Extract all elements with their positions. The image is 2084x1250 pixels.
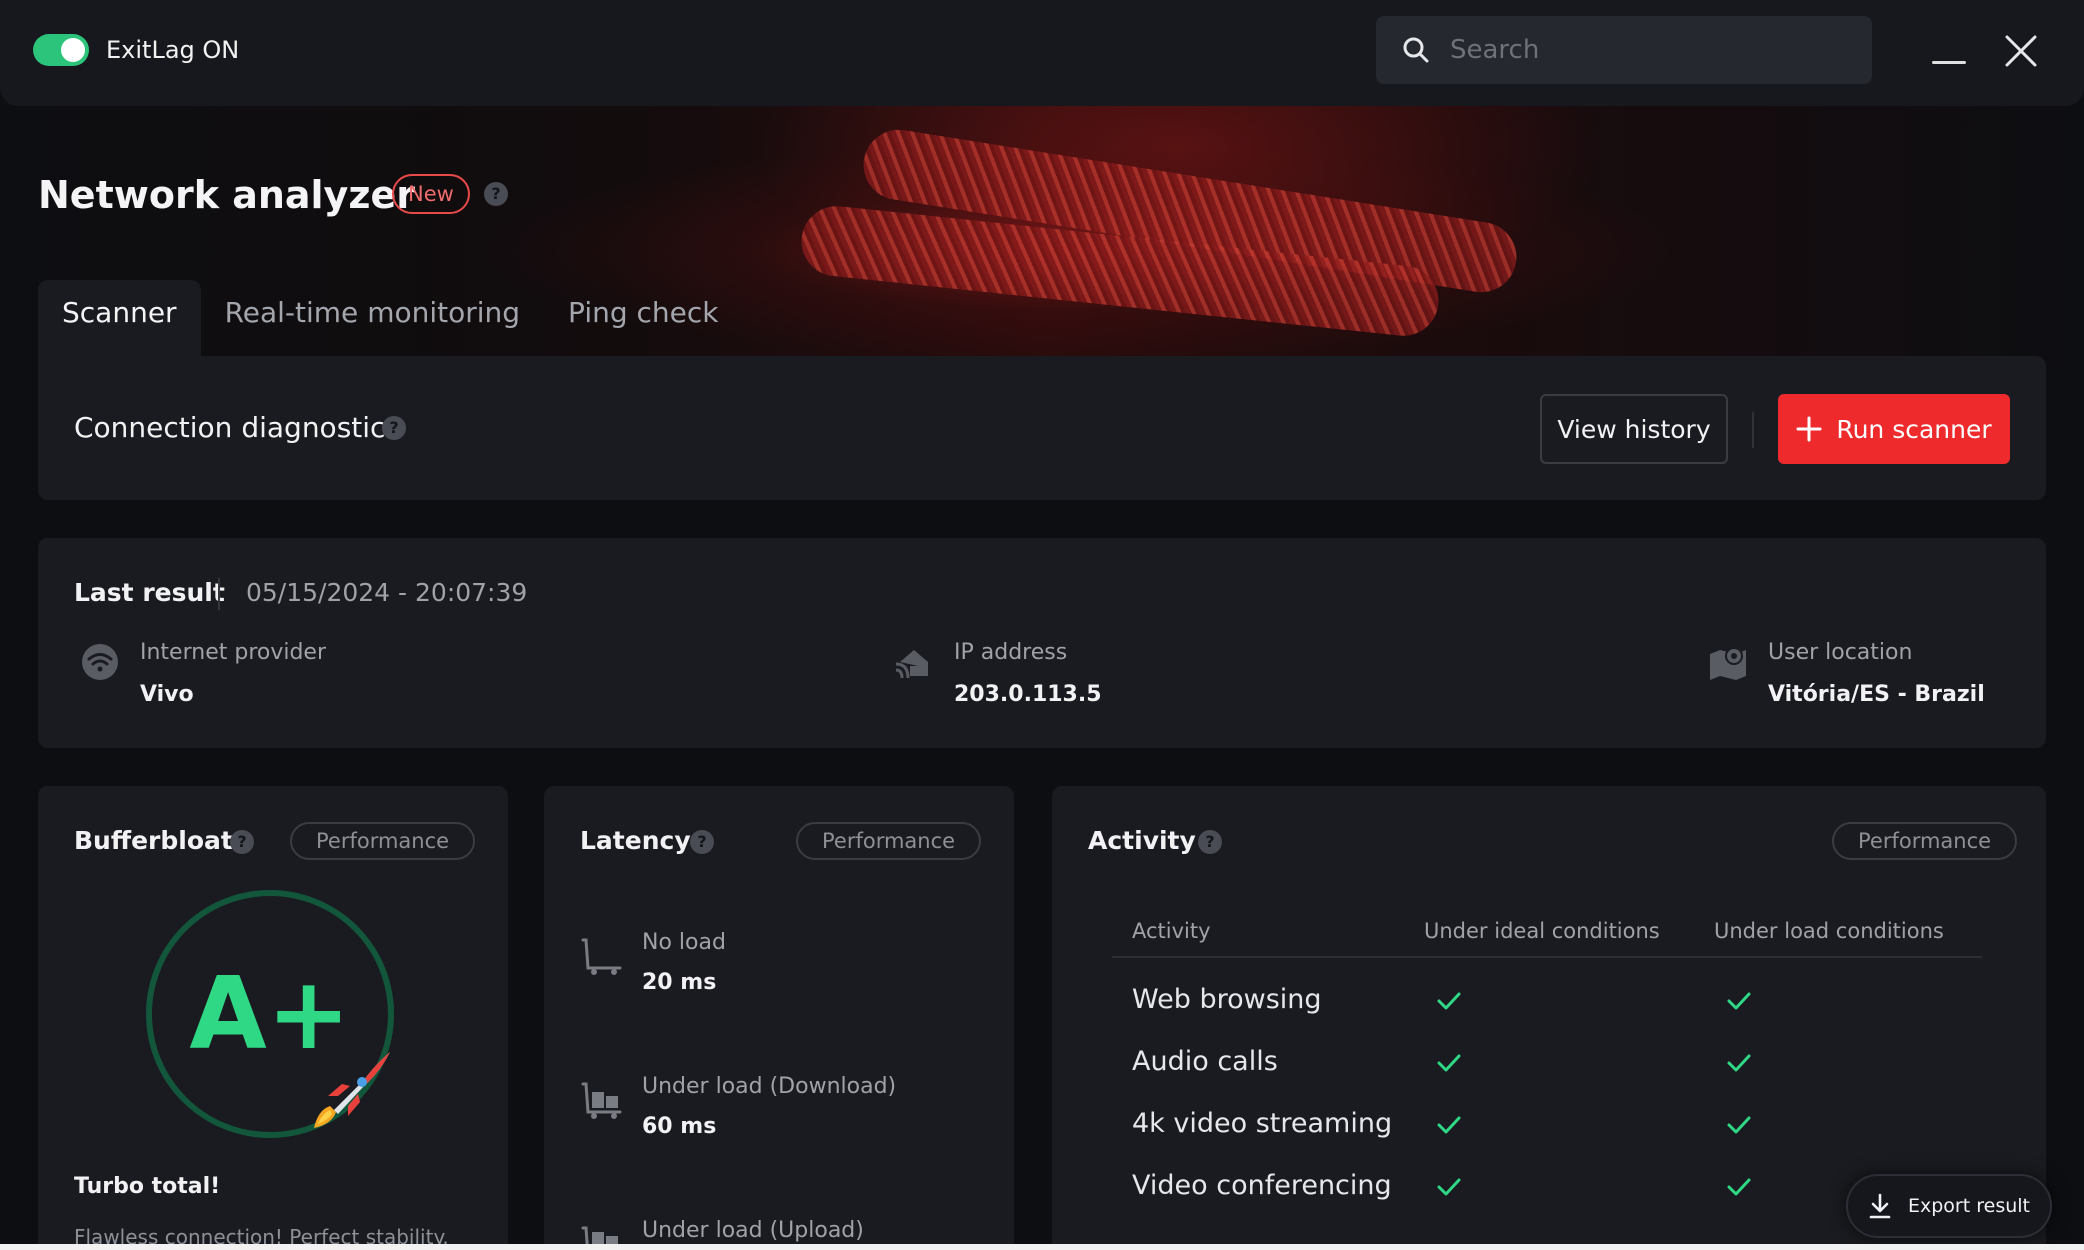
bufferbloat-title: Bufferbloat [74, 826, 233, 855]
activity-table-header: Activity Under ideal conditions Under lo… [1112, 916, 1982, 958]
performance-pill: Performance [796, 822, 982, 860]
bufferbloat-headline: Turbo total! [74, 1174, 221, 1199]
tab-bar: Scanner Real-time monitoring Ping check [38, 280, 743, 358]
download-icon [1869, 1193, 1891, 1219]
search-bar[interactable] [1376, 16, 1872, 84]
last-result-card: Last result 05/15/2024 - 20:07:39 Intern… [38, 538, 2046, 748]
wifi-icon [82, 644, 118, 680]
home-signal-icon [895, 650, 928, 679]
latency-label: Under load (Upload) [642, 1218, 864, 1243]
new-badge: New [392, 174, 470, 214]
column-header: Under load conditions [1714, 919, 1944, 943]
latency-card: Latency ? Performance No load 20 ms Unde… [544, 786, 1014, 1244]
plus-icon [1796, 416, 1822, 442]
close-icon[interactable] [2004, 34, 2038, 68]
divider [218, 578, 220, 610]
table-row: Audio calls [1112, 1034, 1982, 1096]
page-title: Network analyzer [38, 173, 415, 217]
tab-ping-check[interactable]: Ping check [544, 280, 742, 358]
latency-title: Latency [580, 826, 691, 855]
export-result-label: Export result [1908, 1195, 2030, 1217]
search-input[interactable] [1450, 35, 1850, 65]
diagnostic-title: Connection diagnostic [74, 411, 386, 444]
help-icon[interactable]: ? [230, 830, 254, 854]
activity-name: Web browsing [1132, 984, 1322, 1015]
latency-value: 20 ms [642, 970, 717, 995]
exitlag-toggle[interactable] [33, 34, 89, 66]
column-header: Under ideal conditions [1424, 919, 1660, 943]
export-result-button[interactable]: Export result [1846, 1174, 2052, 1238]
window-bottom-edge [0, 1244, 2084, 1250]
cart-loaded-icon [581, 1082, 622, 1119]
tab-real-time-monitoring[interactable]: Real-time monitoring [201, 280, 544, 358]
table-row: Web browsing [1112, 972, 1982, 1034]
latency-label: Under load (Download) [642, 1074, 897, 1099]
check-icon [1727, 1178, 1751, 1196]
check-icon [1437, 1178, 1461, 1196]
check-icon [1727, 992, 1751, 1010]
check-icon [1727, 1116, 1751, 1134]
ip-label: IP address [954, 640, 1068, 665]
cart-loaded-icon [581, 1226, 618, 1244]
latency-value: 60 ms [642, 1114, 717, 1139]
connection-diagnostic-card: Connection diagnostic ? View history Run… [38, 356, 2046, 500]
column-header: Activity [1132, 919, 1211, 943]
last-result-label: Last result [74, 578, 225, 607]
activity-name: Audio calls [1132, 1046, 1278, 1077]
help-icon[interactable]: ? [1198, 830, 1222, 854]
provider-label: Internet provider [140, 640, 327, 665]
app-status-label: ExitLag ON [106, 36, 240, 64]
performance-pill: Performance [290, 822, 476, 860]
tab-scanner[interactable]: Scanner [38, 280, 201, 358]
table-row: 4k video streaming [1112, 1096, 1982, 1158]
divider [1752, 412, 1754, 448]
help-icon[interactable]: ? [690, 830, 714, 854]
activity-name: 4k video streaming [1132, 1108, 1393, 1139]
rocket-icon [314, 1052, 390, 1128]
top-bar: ExitLag ON [0, 0, 2084, 106]
help-icon[interactable]: ? [382, 416, 406, 440]
app-window: ExitLag ON Network analyzer New ? Scanne… [0, 0, 2084, 1244]
check-icon [1437, 1054, 1461, 1072]
last-result-date: 05/15/2024 - 20:07:39 [246, 578, 528, 607]
search-icon [1403, 37, 1429, 63]
toggle-knob [61, 38, 85, 62]
activity-title: Activity [1088, 826, 1196, 855]
check-icon [1437, 992, 1461, 1010]
location-label: User location [1768, 640, 1913, 665]
help-icon[interactable]: ? [484, 182, 508, 206]
run-scanner-label: Run scanner [1836, 414, 1992, 444]
performance-pill: Performance [1832, 822, 2018, 860]
location-value: Vitória/ES - Brazil [1768, 682, 1985, 707]
map-pin-icon [1710, 647, 1746, 680]
ip-value: 203.0.113.5 [954, 682, 1102, 707]
bufferbloat-description: Flawless connection! Perfect stability. [74, 1225, 449, 1244]
run-scanner-button[interactable]: Run scanner [1778, 394, 2010, 464]
view-history-button[interactable]: View history [1540, 394, 1728, 464]
minimize-icon[interactable] [1932, 40, 1966, 64]
activity-name: Video conferencing [1132, 1170, 1392, 1201]
bufferbloat-card: Bufferbloat ? Performance A+ Turbo total… [38, 786, 508, 1244]
check-icon [1727, 1054, 1751, 1072]
check-icon [1437, 1116, 1461, 1134]
cart-empty-icon [581, 938, 622, 975]
provider-value: Vivo [140, 682, 194, 707]
latency-label: No load [642, 930, 726, 955]
